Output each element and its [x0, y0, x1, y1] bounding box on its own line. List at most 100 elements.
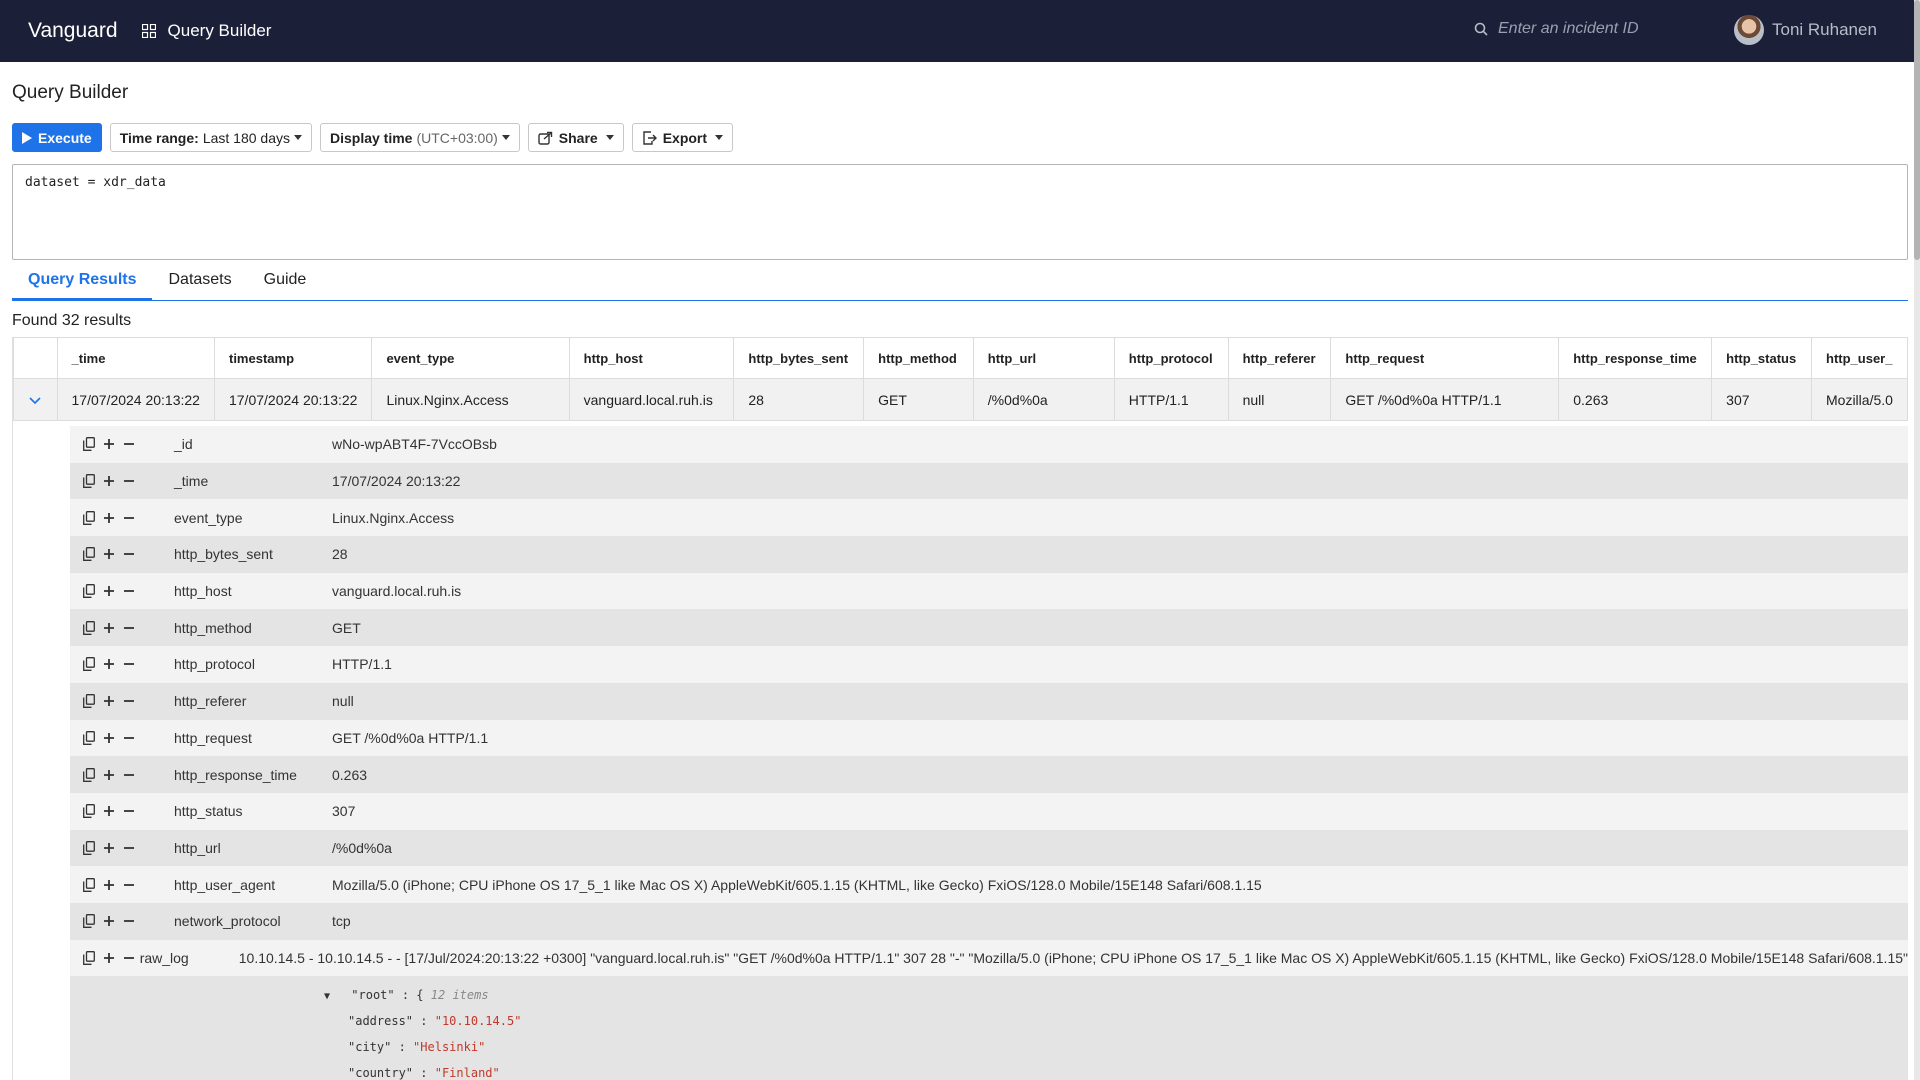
column-header[interactable]: http_request: [1330, 337, 1560, 379]
column-header[interactable]: http_referer: [1227, 337, 1332, 379]
row-actions: [70, 620, 174, 635]
field-name: http_protocol: [174, 656, 255, 673]
table-cell: GET /%0d%0a HTTP/1.1: [1330, 378, 1560, 421]
share-dropdown[interactable]: Share: [527, 123, 624, 152]
row-actions: [70, 877, 174, 892]
table-cell: null: [1227, 378, 1332, 421]
minus-icon[interactable]: [122, 584, 136, 598]
detail-field-row: network_protocol tcp: [70, 902, 1908, 940]
caret-down-icon: [605, 135, 614, 140]
copy-icon[interactable]: [82, 730, 96, 745]
incident-search-input[interactable]: [1498, 20, 1668, 38]
minus-icon[interactable]: [122, 474, 136, 488]
column-header[interactable]: http_status: [1711, 337, 1812, 379]
copy-icon[interactable]: [82, 694, 96, 709]
json-root-line[interactable]: ▼ "root" : { 12 items: [324, 988, 1908, 1014]
brand-logo-text[interactable]: Vanguard: [28, 19, 118, 43]
plus-icon[interactable]: [102, 914, 116, 928]
display-time-value: (UTC+03:00): [416, 129, 498, 146]
scrollbar-thumb[interactable]: [1914, 0, 1920, 260]
field-value: 28: [332, 546, 348, 563]
minus-icon[interactable]: [122, 621, 136, 635]
copy-icon[interactable]: [82, 657, 96, 672]
copy-icon[interactable]: [82, 767, 96, 782]
plus-icon[interactable]: [102, 878, 116, 892]
column-header[interactable]: http_host: [568, 337, 735, 379]
plus-icon[interactable]: [102, 437, 116, 451]
minus-icon[interactable]: [122, 511, 136, 525]
column-header[interactable]: http_url: [972, 337, 1115, 379]
tab-guide[interactable]: Guide: [248, 265, 323, 301]
column-header[interactable]: http_bytes_sent: [733, 337, 865, 379]
top-navbar: Vanguard Query Builder Toni Ruhanen: [0, 0, 1920, 62]
user-menu[interactable]: Toni Ruhanen: [1734, 15, 1877, 45]
plus-icon[interactable]: [102, 731, 116, 745]
app-switcher[interactable]: Query Builder: [141, 21, 272, 41]
column-header[interactable]: event_type: [371, 337, 570, 379]
caret-down-icon: [715, 135, 724, 140]
plus-icon[interactable]: [102, 951, 116, 965]
plus-icon[interactable]: [102, 474, 116, 488]
copy-icon[interactable]: [82, 584, 96, 599]
execute-button[interactable]: Execute: [12, 123, 102, 152]
copy-icon[interactable]: [82, 877, 96, 892]
export-dropdown[interactable]: Export: [631, 123, 734, 152]
time-range-label: Time range:: [119, 129, 199, 146]
copy-icon[interactable]: [82, 951, 96, 965]
plus-icon[interactable]: [102, 511, 116, 525]
row-actions: [70, 584, 174, 599]
plus-icon[interactable]: [102, 768, 116, 782]
column-header[interactable]: http_method: [863, 337, 974, 379]
minus-icon[interactable]: [122, 841, 136, 855]
copy-icon[interactable]: [82, 474, 96, 488]
query-editor[interactable]: dataset = xdr_data: [12, 164, 1908, 260]
copy-icon[interactable]: [82, 914, 96, 929]
minus-icon[interactable]: [122, 914, 136, 928]
json-root-key: "root": [351, 988, 395, 1003]
copy-icon[interactable]: [82, 804, 96, 819]
field-name: http_response_time: [174, 766, 297, 783]
minus-icon[interactable]: [122, 768, 136, 782]
tab-datasets[interactable]: Datasets: [152, 265, 247, 301]
field-value: Mozilla/5.0 (iPhone; CPU iPhone OS 17_5_…: [332, 876, 1262, 893]
copy-icon[interactable]: [82, 620, 96, 635]
minus-icon[interactable]: [122, 951, 136, 965]
column-header[interactable]: timestamp: [213, 337, 373, 379]
column-header[interactable]: http_protocol: [1113, 337, 1229, 379]
field-name: http_host: [174, 583, 232, 600]
plus-icon[interactable]: [102, 584, 116, 598]
app-switcher-label: Query Builder: [167, 21, 272, 40]
column-header[interactable]: http_response_time: [1558, 337, 1713, 379]
table-cell: 28: [733, 378, 865, 421]
column-header[interactable]: _time: [56, 337, 215, 379]
page-scrollbar[interactable]: [1914, 0, 1920, 1080]
minus-icon[interactable]: [122, 731, 136, 745]
minus-icon[interactable]: [122, 437, 136, 451]
field-name: http_status: [174, 803, 243, 820]
field-value: Linux.Nginx.Access: [332, 509, 455, 526]
column-header[interactable]: http_user_: [1811, 337, 1908, 379]
minus-icon[interactable]: [122, 657, 136, 671]
plus-icon[interactable]: [102, 657, 116, 671]
minus-icon[interactable]: [122, 804, 136, 818]
plus-icon[interactable]: [102, 621, 116, 635]
minus-icon[interactable]: [122, 694, 136, 708]
time-range-dropdown[interactable]: Time range: Last 180 days: [109, 123, 312, 152]
row-expander[interactable]: [13, 378, 58, 421]
copy-icon[interactable]: [82, 437, 96, 452]
display-time-dropdown[interactable]: Display time (UTC+03:00): [319, 123, 520, 152]
copy-icon[interactable]: [82, 547, 96, 562]
tab-query-results[interactable]: Query Results: [12, 265, 153, 301]
field-value: 17/07/2024 20:13:22: [332, 473, 461, 490]
copy-icon[interactable]: [82, 840, 96, 855]
plus-icon[interactable]: [102, 804, 116, 818]
copy-icon[interactable]: [82, 510, 96, 525]
plus-icon[interactable]: [102, 841, 116, 855]
minus-icon[interactable]: [122, 878, 136, 892]
table-row[interactable]: 17/07/2024 20:13:22 17/07/2024 20:13:22 …: [13, 378, 1908, 421]
json-key: "city": [348, 1040, 392, 1055]
minus-icon[interactable]: [122, 547, 136, 561]
plus-icon[interactable]: [102, 694, 116, 708]
tree-collapse-icon[interactable]: ▼: [324, 991, 330, 1002]
plus-icon[interactable]: [102, 547, 116, 561]
